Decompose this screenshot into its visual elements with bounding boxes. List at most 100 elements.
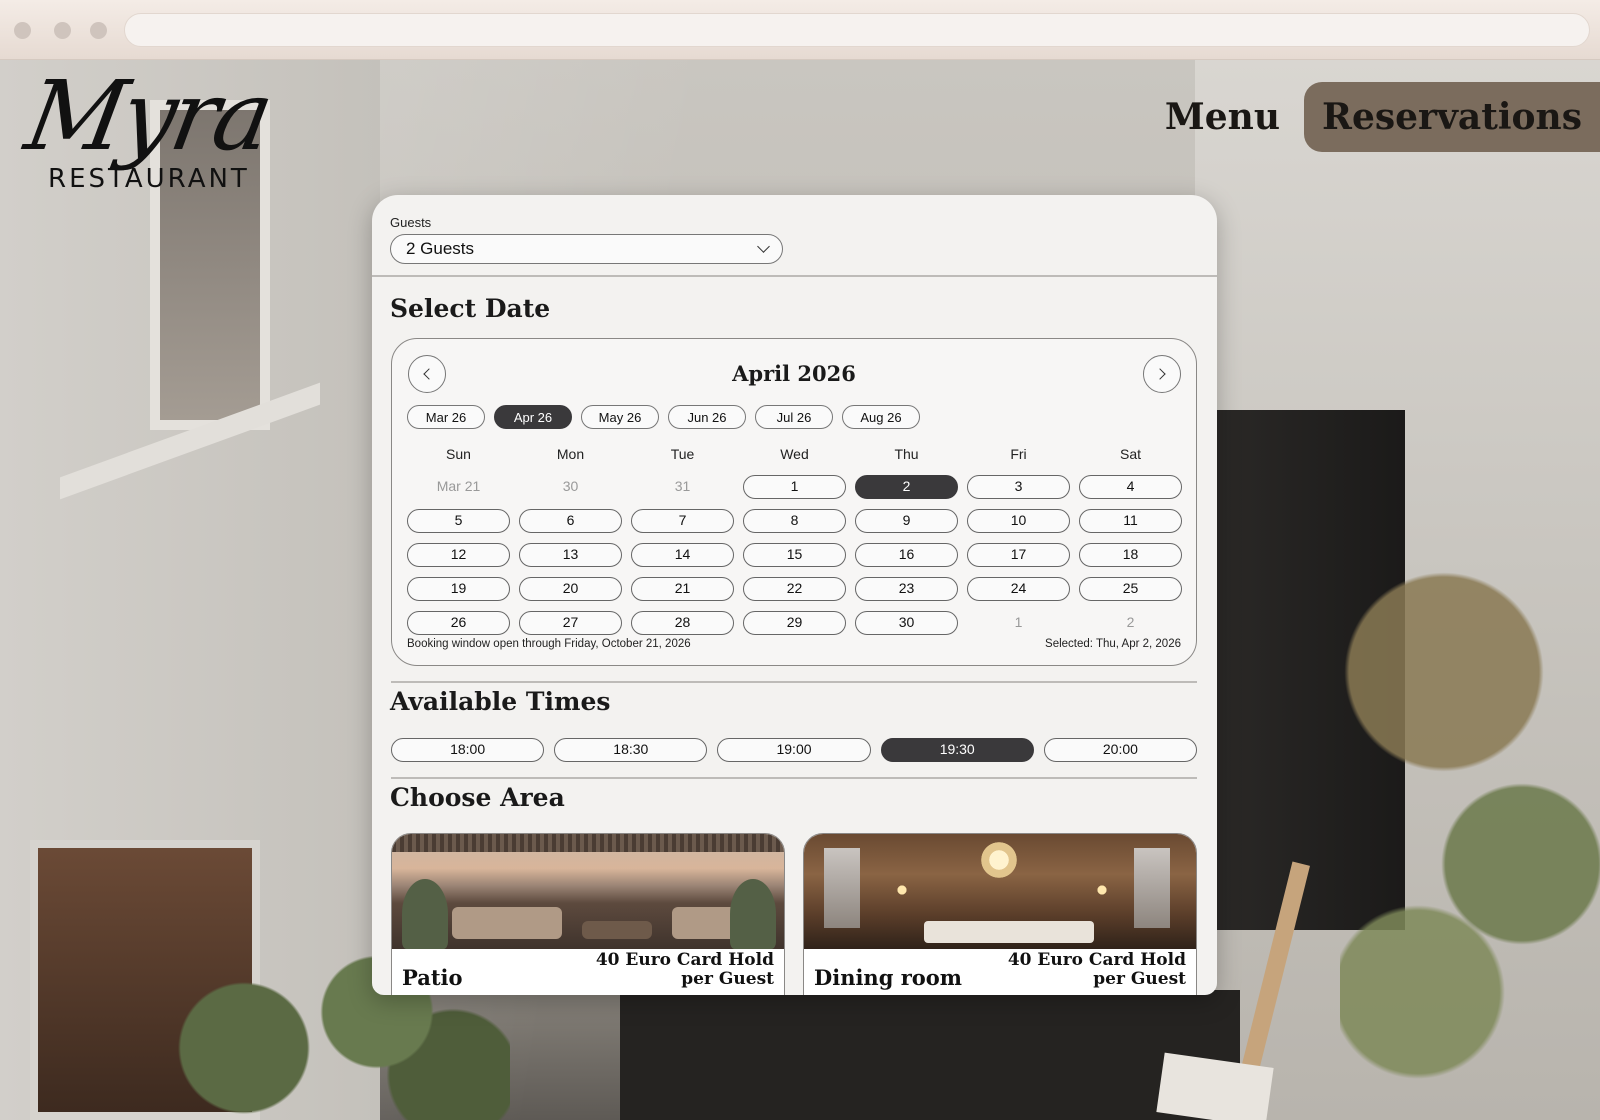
reservation-panel: Guests 2 Guests Select Date April 2026 M… [372,195,1217,995]
calendar-day[interactable]: 23 [855,577,958,601]
pergola-roof [392,834,784,852]
calendar-day[interactable]: 10 [967,509,1070,533]
area-card-dining-room[interactable]: Dining room 40 Euro Card Hold per Guest [803,833,1197,995]
calendar-day[interactable]: 21 [631,577,734,601]
calendar-day[interactable]: 8 [743,509,846,533]
month-pill[interactable]: Aug 26 [842,405,920,429]
calendar-month-title: April 2026 [732,361,856,386]
entrance-shadow [620,990,1240,1120]
calendar-day[interactable]: 22 [743,577,846,601]
selected-date-note: Selected: Thu, Apr 2, 2026 [1045,638,1181,650]
dining-room-photo [804,834,1196,949]
calendar-day[interactable]: 24 [967,577,1070,601]
area-card-body: Dining room 40 Euro Card Hold per Guest [804,949,1196,995]
calendar-week-row: 5 6 7 8 9 10 11 [407,509,1183,533]
calendar-day-selected[interactable]: 2 [855,475,958,499]
calendar-day[interactable]: 9 [855,509,958,533]
time-slot[interactable]: 18:00 [391,738,545,762]
area-card-patio[interactable]: Patio 40 Euro Card Hold per Guest [391,833,785,995]
calendar-day[interactable]: 20 [519,577,622,601]
weekday-label: Mon [556,446,585,462]
calendar-day[interactable]: 6 [519,509,622,533]
select-date-title: Select Date [390,294,551,323]
month-pill[interactable]: Apr 26 [494,405,572,429]
booking-window-note: Booking window open through Friday, Octo… [407,638,691,650]
calendar-day[interactable]: 13 [519,543,622,567]
guests-select[interactable]: 2 Guests [390,234,783,264]
calendar-day[interactable]: 17 [967,543,1070,567]
weekday-label: Wed [780,446,809,462]
calendar-day[interactable]: 27 [519,611,622,635]
window-minimize-dot[interactable] [54,22,71,39]
logo-script: Myra [18,60,278,172]
calendar-day[interactable]: 18 [1079,543,1182,567]
month-pill[interactable]: Mar 26 [407,405,485,429]
calendar-day[interactable]: 29 [743,611,846,635]
calendar-day[interactable]: 7 [631,509,734,533]
nav-reservations-link[interactable]: Reservations [1304,82,1600,152]
window-zoom-dot[interactable] [90,22,107,39]
calendar-day[interactable]: 11 [1079,509,1182,533]
month-pill[interactable]: Jun 26 [668,405,746,429]
guests-select-value: 2 Guests [406,239,475,258]
month-pill[interactable]: May 26 [581,405,659,429]
top-nav: Menu Reservations [1141,82,1600,152]
area-card-body: Patio 40 Euro Card Hold per Guest [392,949,784,995]
next-month-button[interactable] [1143,355,1181,393]
potted-tree [402,879,448,949]
calendar-day: Mar 21 [436,478,481,494]
calendar-day[interactable]: 4 [1079,475,1182,499]
time-slot-selected[interactable]: 19:30 [880,738,1034,762]
calendar-day[interactable]: 19 [407,577,510,601]
calendar-day[interactable]: 30 [855,611,958,635]
logo-subtitle: Restaurant [48,164,250,194]
weekday-label: Sun [446,446,471,462]
area-card-list: Patio 40 Euro Card Hold per Guest Dining… [391,833,1197,995]
area-name: Dining room [814,965,962,990]
area-price: 40 Euro Card Hold per Guest [595,950,774,989]
calendar-day: 30 [562,478,579,494]
time-slot-list: 18:00 18:30 19:00 19:30 20:00 [391,738,1198,762]
area-price: 40 Euro Card Hold per Guest [1007,950,1186,989]
coffee-table [582,921,652,939]
chandelier [974,840,1024,880]
window [824,848,860,928]
calendar-footer: Booking window open through Friday, Octo… [407,638,1181,650]
restaurant-logo[interactable]: Myra Restaurant [18,60,288,198]
calendar-day: 1 [1014,614,1023,630]
browser-chrome [0,0,1600,60]
time-slot[interactable]: 18:30 [554,738,708,762]
section-divider [391,777,1197,779]
calendar-weeks: Mar 21 30 31 1 2 3 4 5 6 7 8 9 10 11 12 13 14 15 16 17 18 19 2… [407,475,1183,635]
calendar-day[interactable]: 26 [407,611,510,635]
calendar-day[interactable]: 16 [855,543,958,567]
calendar-grid: Sun Mon Tue Wed Thu Fri Sat Mar 21 30 31 1 2 3 4 5 6 7 8… [407,443,1183,635]
calendar-week-row: 26 27 28 29 30 1 2 [407,611,1183,635]
weekday-label: Fri [1010,446,1027,462]
potted-tree [730,879,776,949]
calendar-day[interactable]: 3 [967,475,1070,499]
weekday-header-row: Sun Mon Tue Wed Thu Fri Sat [407,443,1183,465]
month-pill[interactable]: Jul 26 [755,405,833,429]
calendar-day[interactable]: 14 [631,543,734,567]
foliage [1340,480,1600,1120]
calendar-day[interactable]: 12 [407,543,510,567]
calendar-day: 2 [1126,614,1135,630]
calendar-week-row: Mar 21 30 31 1 2 3 4 [407,475,1183,499]
calendar-week-row: 12 13 14 15 16 17 18 [407,543,1183,567]
address-bar[interactable] [124,13,1590,47]
calendar-day[interactable]: 1 [743,475,846,499]
weekday-label: Sat [1119,446,1141,462]
calendar-day[interactable]: 5 [407,509,510,533]
time-slot[interactable]: 19:00 [717,738,871,762]
choose-area-title: Choose Area [390,783,565,812]
area-name: Patio [402,965,463,990]
calendar-day[interactable]: 25 [1079,577,1182,601]
calendar-day[interactable]: 28 [631,611,734,635]
section-divider [391,681,1197,683]
time-slot[interactable]: 20:00 [1043,738,1198,762]
weekday-label: Tue [670,446,695,462]
nav-menu-link[interactable]: Menu [1141,96,1304,138]
window-close-dot[interactable] [14,22,31,39]
calendar-day[interactable]: 15 [743,543,846,567]
